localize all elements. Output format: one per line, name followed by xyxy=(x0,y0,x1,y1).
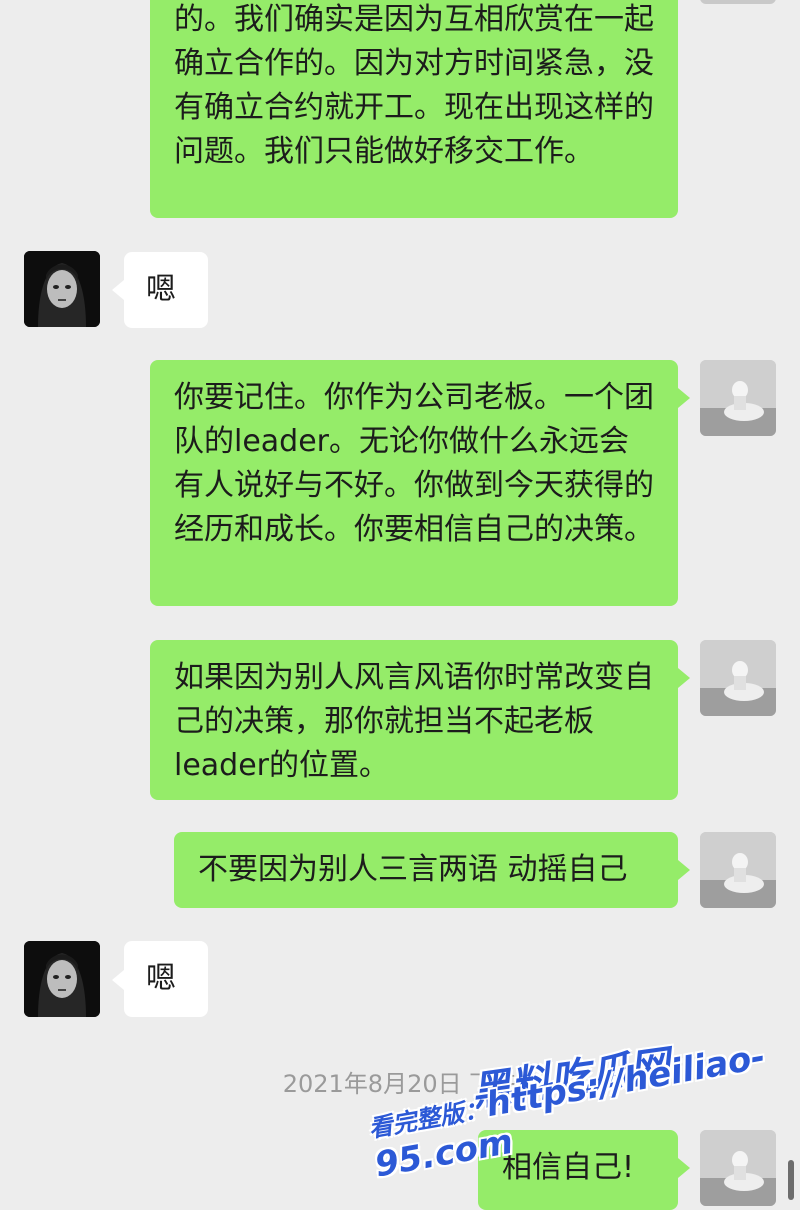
bubble-tail xyxy=(678,860,690,880)
bubble-tail xyxy=(678,1158,690,1178)
message-text: 嗯 xyxy=(146,272,176,307)
bubble-tail xyxy=(678,388,690,408)
message-bubble-outgoing[interactable]: 你要记住。你作为公司老板。一个团队的leader。无论你做什么永远会有人说好与不… xyxy=(150,360,678,606)
avatar-contact[interactable] xyxy=(24,251,100,327)
bubble-tail xyxy=(112,970,124,990)
contact-avatar-image xyxy=(24,251,100,327)
bubble-tail xyxy=(678,668,690,688)
avatar-contact[interactable] xyxy=(24,941,100,1017)
message-bubble-incoming[interactable]: 嗯 xyxy=(124,252,208,328)
avatar-self[interactable] xyxy=(700,640,776,716)
self-avatar-image xyxy=(700,360,776,436)
message-bubble-incoming[interactable]: 嗯 xyxy=(124,941,208,1017)
message-text: 如果因为别人风言风语你时常改变自己的决策，那你就担当不起老板leader的位置。 xyxy=(174,660,654,783)
message-bubble-outgoing[interactable]: 不要因为别人三言两语 动摇自己 xyxy=(174,832,678,908)
avatar-self[interactable] xyxy=(700,1130,776,1206)
avatar-self[interactable] xyxy=(700,832,776,908)
avatar-self[interactable] xyxy=(700,0,776,4)
message-bubble-outgoing[interactable]: 如果因为别人风言风语你时常改变自己的决策，那你就担当不起老板leader的位置。 xyxy=(150,640,678,800)
message-text: 嗯 xyxy=(146,961,176,996)
self-avatar-image xyxy=(700,1130,776,1206)
scrollbar[interactable] xyxy=(788,1160,794,1200)
message-bubble-outgoing[interactable]: 的。我们确实是因为互相欣赏在一起确立合作的。因为对方时间紧急，没有确立合约就开工… xyxy=(150,0,678,218)
contact-avatar-image xyxy=(24,941,100,1017)
self-avatar-image xyxy=(700,640,776,716)
bubble-tail xyxy=(112,280,124,300)
message-text: 的。我们确实是因为互相欣赏在一起确立合作的。因为对方时间紧急，没有确立合约就开工… xyxy=(174,2,654,169)
message-text: 不要因为别人三言两语 动摇自己 xyxy=(198,852,628,887)
self-avatar-image xyxy=(700,832,776,908)
avatar-self[interactable] xyxy=(700,360,776,436)
message-text: 你要记住。你作为公司老板。一个团队的leader。无论你做什么永远会有人说好与不… xyxy=(174,380,654,547)
